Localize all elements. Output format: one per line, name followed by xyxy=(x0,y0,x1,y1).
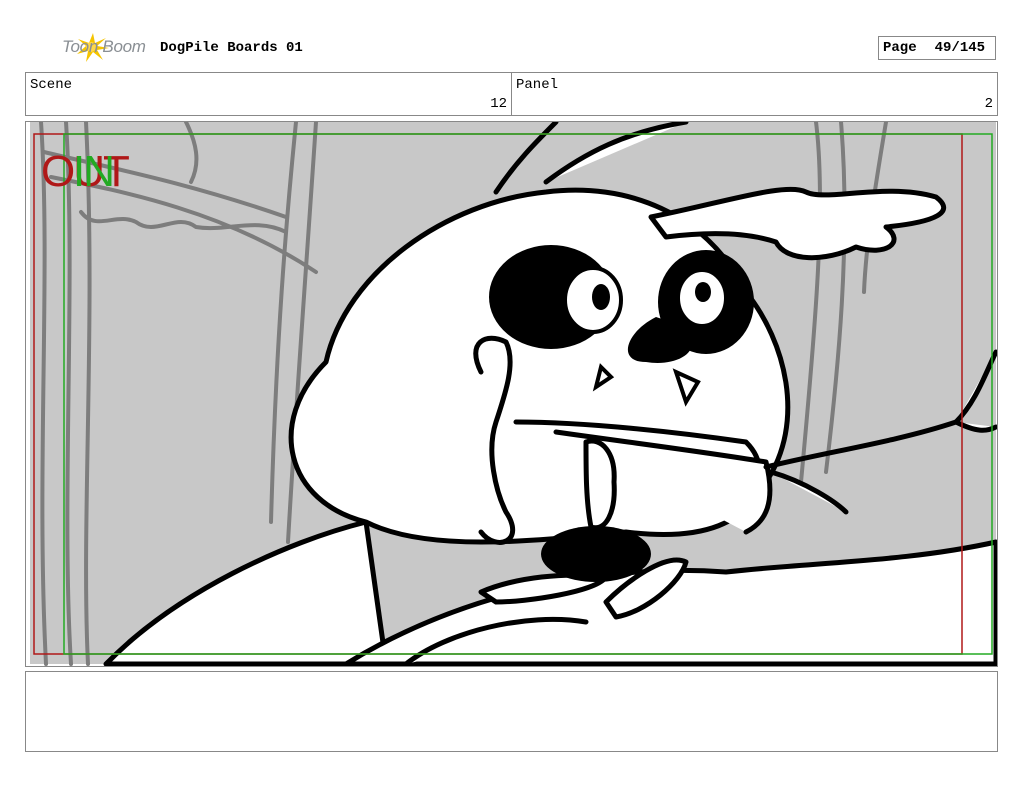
panel-value: 2 xyxy=(984,96,993,112)
scene-value: 12 xyxy=(490,96,507,112)
panel-sketch xyxy=(30,122,997,666)
project-title: DogPile Boards 01 xyxy=(160,40,303,56)
panel-field: Panel 2 xyxy=(511,72,998,116)
logo-text: Toon Boom xyxy=(62,37,146,56)
storyboard-panel-image: OUT IN xyxy=(25,121,998,667)
scene-field: Scene 12 xyxy=(25,72,512,116)
page-indicator: Page 49/145 xyxy=(878,36,996,60)
page-value: 49/145 xyxy=(934,40,986,56)
page-label: Page xyxy=(883,40,917,56)
panel-notes xyxy=(25,671,998,752)
scene-label: Scene xyxy=(30,77,73,93)
in-marker: IN xyxy=(73,147,115,196)
panel-label: Panel xyxy=(516,77,559,93)
